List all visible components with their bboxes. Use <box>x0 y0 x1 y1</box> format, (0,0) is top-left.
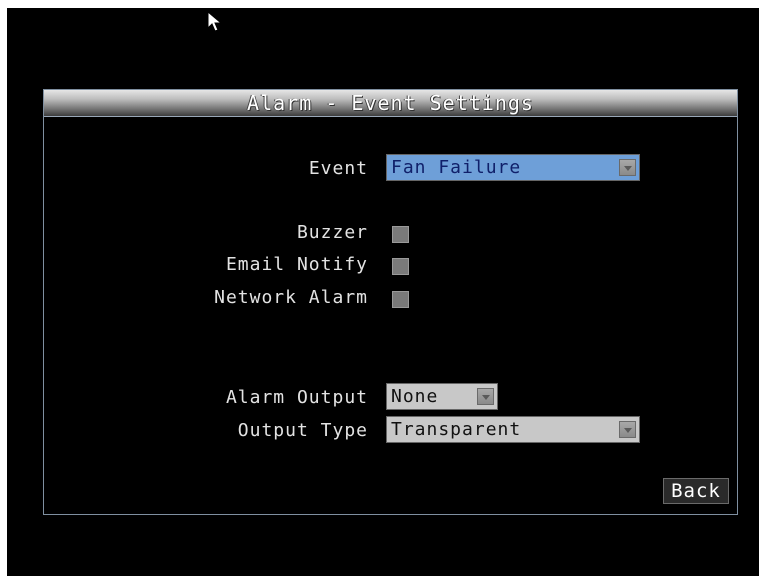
alarm-output-value: None <box>391 386 439 407</box>
alarm-output-select[interactable]: None <box>386 383 498 410</box>
chevron-down-icon[interactable] <box>619 421 636 438</box>
buzzer-checkbox[interactable] <box>392 226 409 243</box>
chevron-down-icon[interactable] <box>619 159 636 176</box>
mouse-pointer-icon <box>207 11 223 32</box>
email-notify-label: Email Notify <box>225 254 368 275</box>
output-type-label: Output Type <box>237 420 368 441</box>
alarm-event-settings-dialog: Alarm - Event Settings Event Fan Failure… <box>43 89 738 515</box>
event-select-value: Fan Failure <box>391 157 522 178</box>
chevron-down-icon[interactable] <box>477 388 494 405</box>
network-alarm-label: Network Alarm <box>214 287 368 308</box>
dvr-screen: Alarm - Event Settings Event Fan Failure… <box>7 8 759 576</box>
output-type-value: Transparent <box>391 419 522 440</box>
event-select[interactable]: Fan Failure <box>386 154 640 181</box>
back-button[interactable]: Back <box>663 478 729 504</box>
dialog-title: Alarm - Event Settings <box>44 90 737 117</box>
buzzer-label: Buzzer <box>296 222 368 243</box>
network-alarm-checkbox[interactable] <box>392 291 409 308</box>
event-label: Event <box>308 158 368 179</box>
email-notify-checkbox[interactable] <box>392 258 409 275</box>
alarm-output-label: Alarm Output <box>225 387 368 408</box>
output-type-select[interactable]: Transparent <box>386 416 640 443</box>
